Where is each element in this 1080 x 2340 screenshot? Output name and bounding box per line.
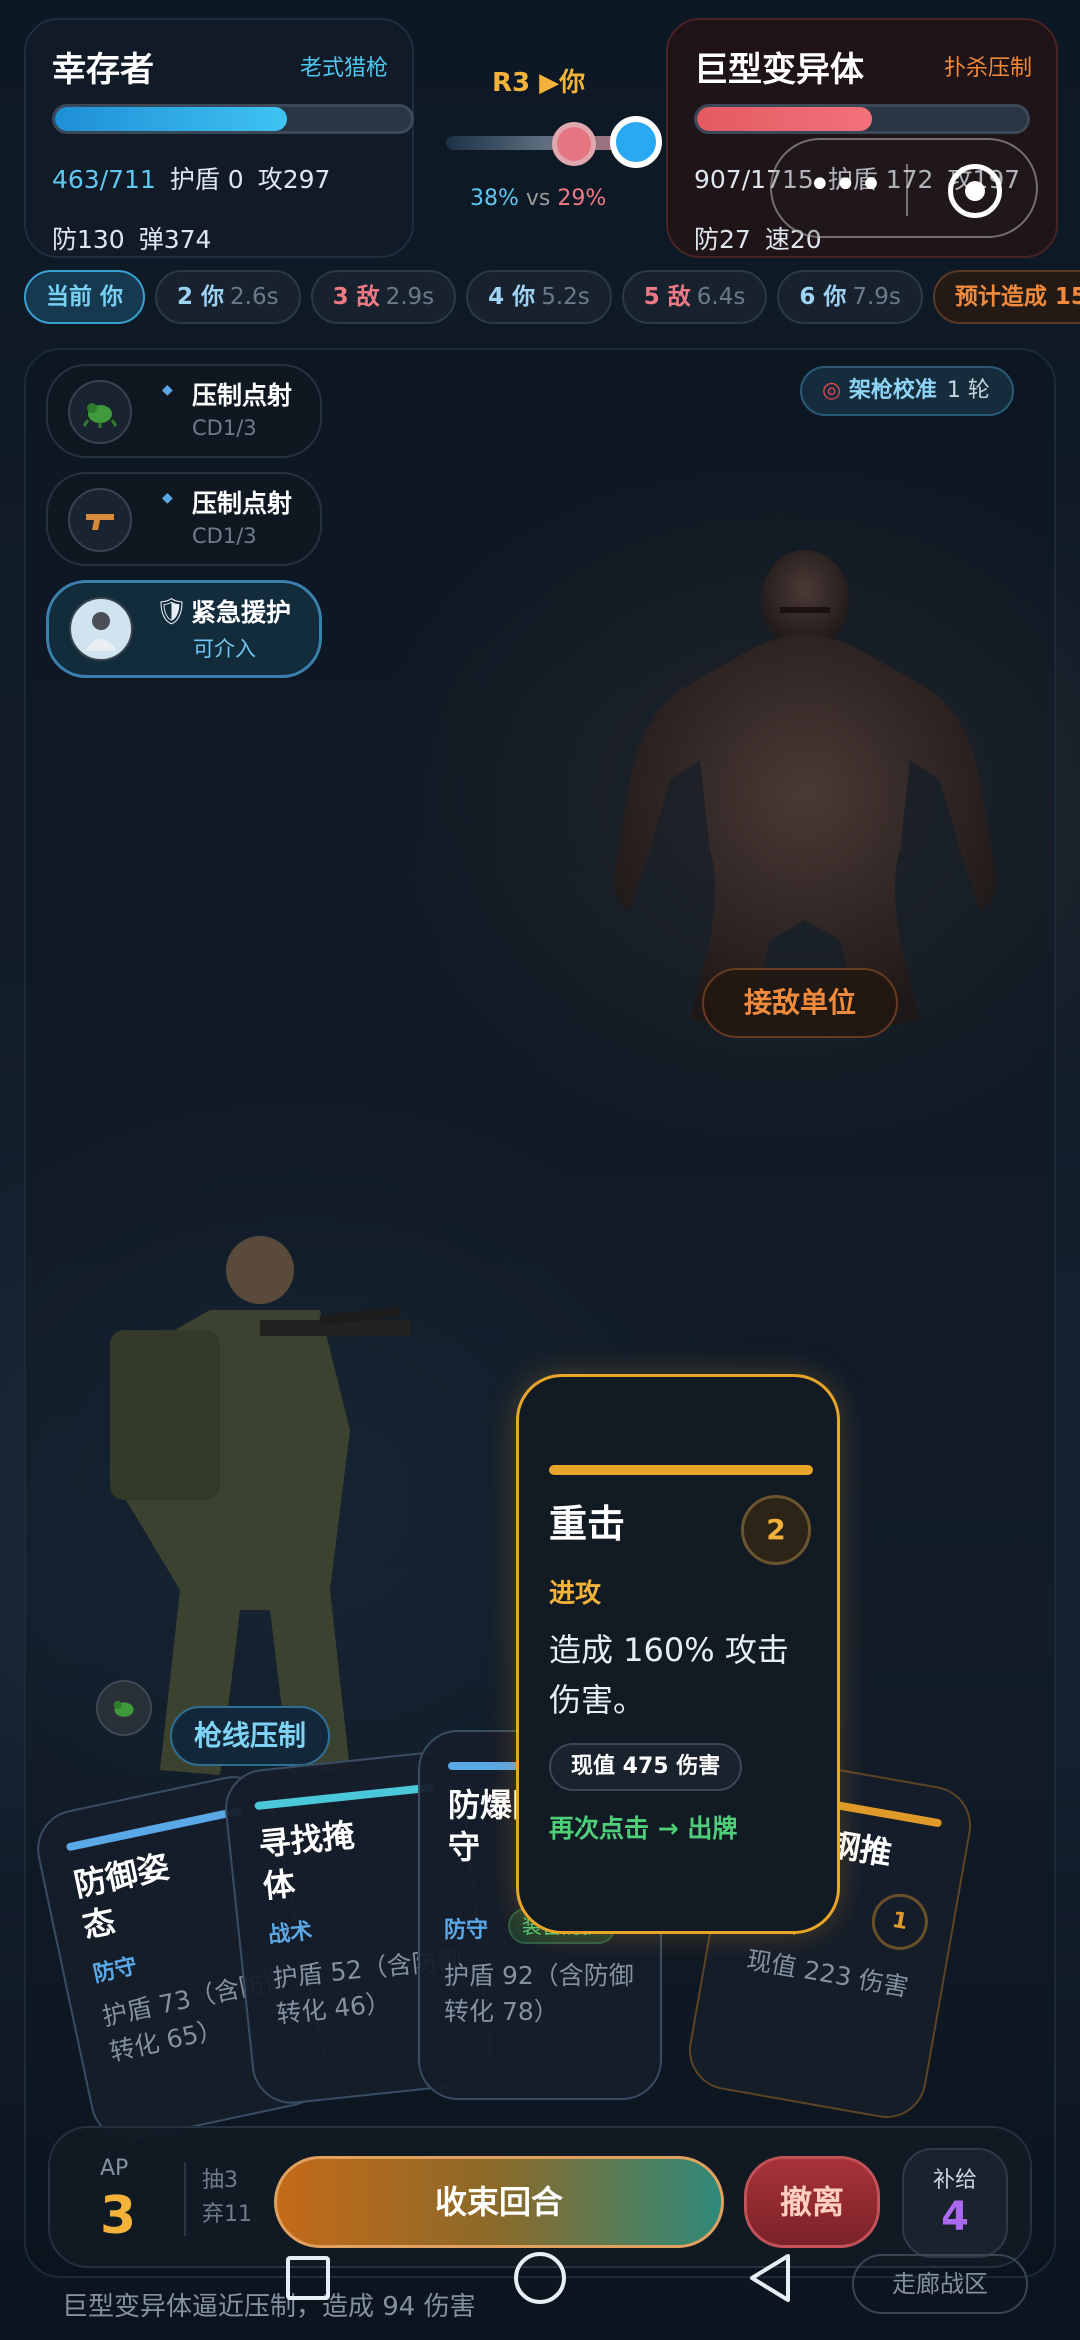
enemy-hp-bar [694, 104, 1030, 134]
player-status-panel: 幸存者 老式猎枪 463/711 护盾 0 攻297 防130 弹374 [24, 18, 414, 258]
enemy-name: 巨型变异体 [694, 50, 864, 90]
enemy-defense: 防27 [694, 225, 751, 254]
player-attack: 攻297 [257, 165, 331, 194]
turn-chip-label: 预计造成 15 [954, 284, 1080, 310]
player-defense: 防130 [52, 225, 125, 254]
card-category: 防守 [444, 1918, 489, 1943]
enemy-trait: 扑杀压制 [943, 56, 1032, 81]
turn-chip-label: 5 敌 [643, 284, 691, 310]
odds-readout: 38% vs 29% [470, 186, 606, 211]
diamond-icon: ◆ [162, 490, 173, 506]
card-category: 战术 [267, 1918, 314, 1949]
pistol-icon [68, 488, 132, 552]
shield-icon: 🛡 [155, 597, 189, 627]
card-title: 防御姿态 [70, 1847, 173, 1946]
turn-chip-label: 4 你 [488, 284, 536, 310]
card-stripe [549, 1465, 813, 1475]
aim-turns: 1 轮 [946, 378, 990, 403]
play-card-hint: 再次点击 → 出牌 [549, 1814, 738, 1843]
selected-card-heavy-strike[interactable]: 重击 2 进攻 造成 160% 攻击伤害。 现值 475 伤害 再次点击 → 出… [516, 1374, 840, 1934]
emergency-rescue-button[interactable]: 🛡 紧急援护 可介入 [46, 580, 322, 678]
turn-order-chip[interactable]: 5 敌 6.4s [621, 270, 768, 324]
player-name: 幸存者 [52, 50, 154, 90]
skill-cooldown: CD1/3 [192, 524, 257, 548]
aim-label: 架枪校准 [848, 378, 937, 403]
card-description: 造成 160% 攻击伤害。 [549, 1631, 789, 1719]
capsule-divider [906, 164, 908, 216]
supply-label: 补给 [932, 2168, 977, 2193]
enemy-hp-fill [697, 107, 872, 131]
close-miniprogram-icon[interactable] [948, 164, 1002, 218]
card-description: 护盾 92（含防御转化 78） [444, 1961, 634, 2026]
ap-label: AP [100, 2156, 129, 2181]
card-stripe [254, 1783, 435, 1811]
turn-order-chip[interactable]: 当前 你 [24, 270, 146, 324]
ally-avatar [69, 597, 133, 661]
player-ammo: 弹374 [138, 225, 212, 254]
player-initiative-marker[interactable] [610, 116, 662, 168]
turn-order-strip: 当前 你2 你 2.6s 3 敌 2.9s 4 你 5.2s 5 敌 6.4s 6 你 7.9s 预… [0, 262, 1080, 332]
player-stats-row1: 463/711 护盾 0 攻297 [52, 160, 330, 196]
card-category: 进攻 [549, 1579, 602, 1609]
turn-order-chip[interactable]: 4 你 5.2s [466, 270, 612, 324]
player-weapon: 老式猎枪 [299, 56, 388, 81]
rescue-status: 可介入 [193, 637, 256, 661]
card-title: 重击 [549, 1502, 626, 1546]
turn-order-chip[interactable]: 6 你 7.9s [777, 270, 923, 324]
round-indicator: R3 ▶你 [492, 68, 586, 98]
recent-apps-icon[interactable] [286, 2256, 330, 2300]
card-title: 寻找掩体 [256, 1815, 357, 1906]
turn-chip-time: 2.9s [385, 284, 435, 310]
mutant-monster[interactable] [600, 520, 1010, 1040]
suppression-badge: 枪线压制 [170, 1706, 331, 1766]
diamond-icon: ◆ [162, 382, 173, 398]
back-icon[interactable] [742, 2250, 798, 2306]
player-hp-text: 463/711 [52, 165, 156, 194]
turn-chip-label: 6 你 [799, 284, 847, 310]
rescue-name: 紧急援护 [191, 598, 292, 627]
turn-chip-time: 7.9s [852, 284, 901, 310]
enemy-initiative-marker [552, 122, 596, 166]
skill-name: 压制点射 [192, 381, 293, 410]
card-title: 钢推 [825, 1824, 895, 1874]
enemy-odds: 29% [557, 186, 607, 211]
bug-icon [68, 380, 132, 444]
turn-chip-time: 5.2s [541, 284, 590, 310]
player-shield: 护盾 0 [169, 165, 244, 194]
turn-chip-time: 2.6s [230, 284, 279, 310]
turn-order-chip[interactable]: 2 你 2.6s [155, 270, 301, 324]
turn-order-chip[interactable]: 3 敌 2.9s [310, 270, 457, 324]
player-odds: 38% [470, 186, 519, 211]
card-description: 现值 223 伤害 [744, 1945, 911, 2003]
odds-vs: vs [525, 186, 551, 211]
home-icon[interactable] [514, 2252, 566, 2304]
turn-order-list: 当前 你2 你 2.6s 3 敌 2.9s 4 你 5.2s 5 敌 6.4s 6 你 7.9s 预… [24, 270, 1080, 326]
card-damage-value: 现值 475 伤害 [549, 1743, 743, 1791]
aim-calibration-badge[interactable]: ◎ 架枪校准 1 轮 [800, 366, 1014, 416]
turn-chip-label: 当前 你 [46, 284, 124, 310]
card-cost: 1 [867, 1889, 933, 1955]
target-icon: ◎ [822, 378, 842, 403]
skill-slot-2[interactable]: ◆ 压制点射 CD1/3 [46, 472, 322, 566]
skill-slot-1[interactable]: ◆ 压制点射 CD1/3 [46, 364, 322, 458]
more-options-icon[interactable]: ••• [808, 162, 885, 208]
miniprogram-capsule: ••• [770, 138, 1038, 238]
skill-cooldown: CD1/3 [192, 416, 257, 440]
turn-chip-label: 3 敌 [332, 284, 380, 310]
engage-unit-label[interactable]: 接敌单位 [702, 968, 898, 1038]
bug-icon [96, 1680, 152, 1736]
predicted-damage-chip[interactable]: 预计造成 15 [932, 270, 1080, 324]
card-stripe [65, 1806, 244, 1852]
card-cost: 2 [741, 1495, 811, 1565]
player-stats-row2: 防130 弹374 [52, 220, 225, 256]
turn-chip-label: 2 你 [177, 284, 225, 310]
system-nav-bar [0, 2220, 1080, 2340]
skill-name: 压制点射 [192, 489, 293, 518]
draw-pile-count[interactable]: 抽3 [202, 2164, 252, 2198]
player-hp-bar [52, 104, 414, 134]
turn-chip-time: 6.4s [696, 284, 746, 310]
card-category: 防守 [91, 1953, 140, 1988]
player-hp-fill [55, 107, 287, 131]
